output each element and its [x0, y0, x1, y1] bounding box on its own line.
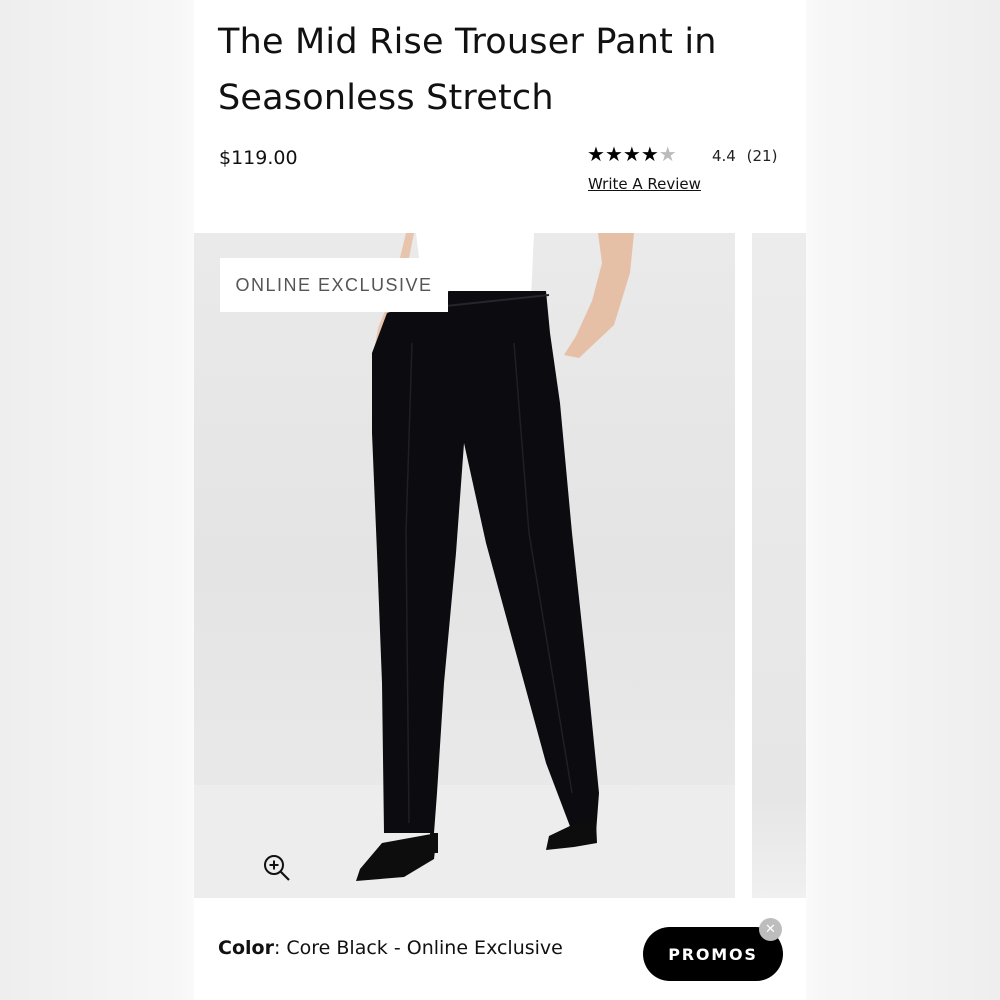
write-review-link[interactable]: Write A Review — [588, 175, 701, 193]
color-selection: Color: Core Black - Online Exclusive — [218, 937, 563, 959]
color-label: Color — [218, 937, 274, 959]
next-product-photo[interactable] — [752, 233, 806, 898]
close-icon[interactable]: ✕ — [759, 918, 782, 941]
product-page: The Mid Rise Trouser Pant in Seasonless … — [194, 0, 806, 1000]
product-image-gallery[interactable]: ONLINE EXCLUSIVE — [194, 233, 806, 898]
product-photo[interactable]: ONLINE EXCLUSIVE — [194, 233, 735, 898]
rating-summary: 4.4 (21) — [712, 147, 777, 165]
online-exclusive-badge: ONLINE EXCLUSIVE — [220, 258, 448, 312]
color-value: : Core Black - Online Exclusive — [273, 937, 563, 959]
rating-value: 4.4 — [712, 147, 736, 165]
star-icon: ★ — [622, 142, 641, 166]
star-icon: ★ — [587, 142, 605, 166]
star-icon: ★ — [604, 142, 623, 166]
product-title: The Mid Rise Trouser Pant in Seasonless … — [218, 22, 717, 118]
star-rating[interactable]: ★★★★★ — [587, 142, 677, 166]
star-icon: ★ — [640, 142, 659, 166]
review-count: (21) — [746, 147, 778, 165]
zoom-in-icon[interactable] — [262, 853, 292, 883]
model-wearing-trousers-image — [194, 233, 735, 898]
half-star-icon: ★ — [658, 142, 677, 166]
product-price: $119.00 — [219, 147, 298, 169]
